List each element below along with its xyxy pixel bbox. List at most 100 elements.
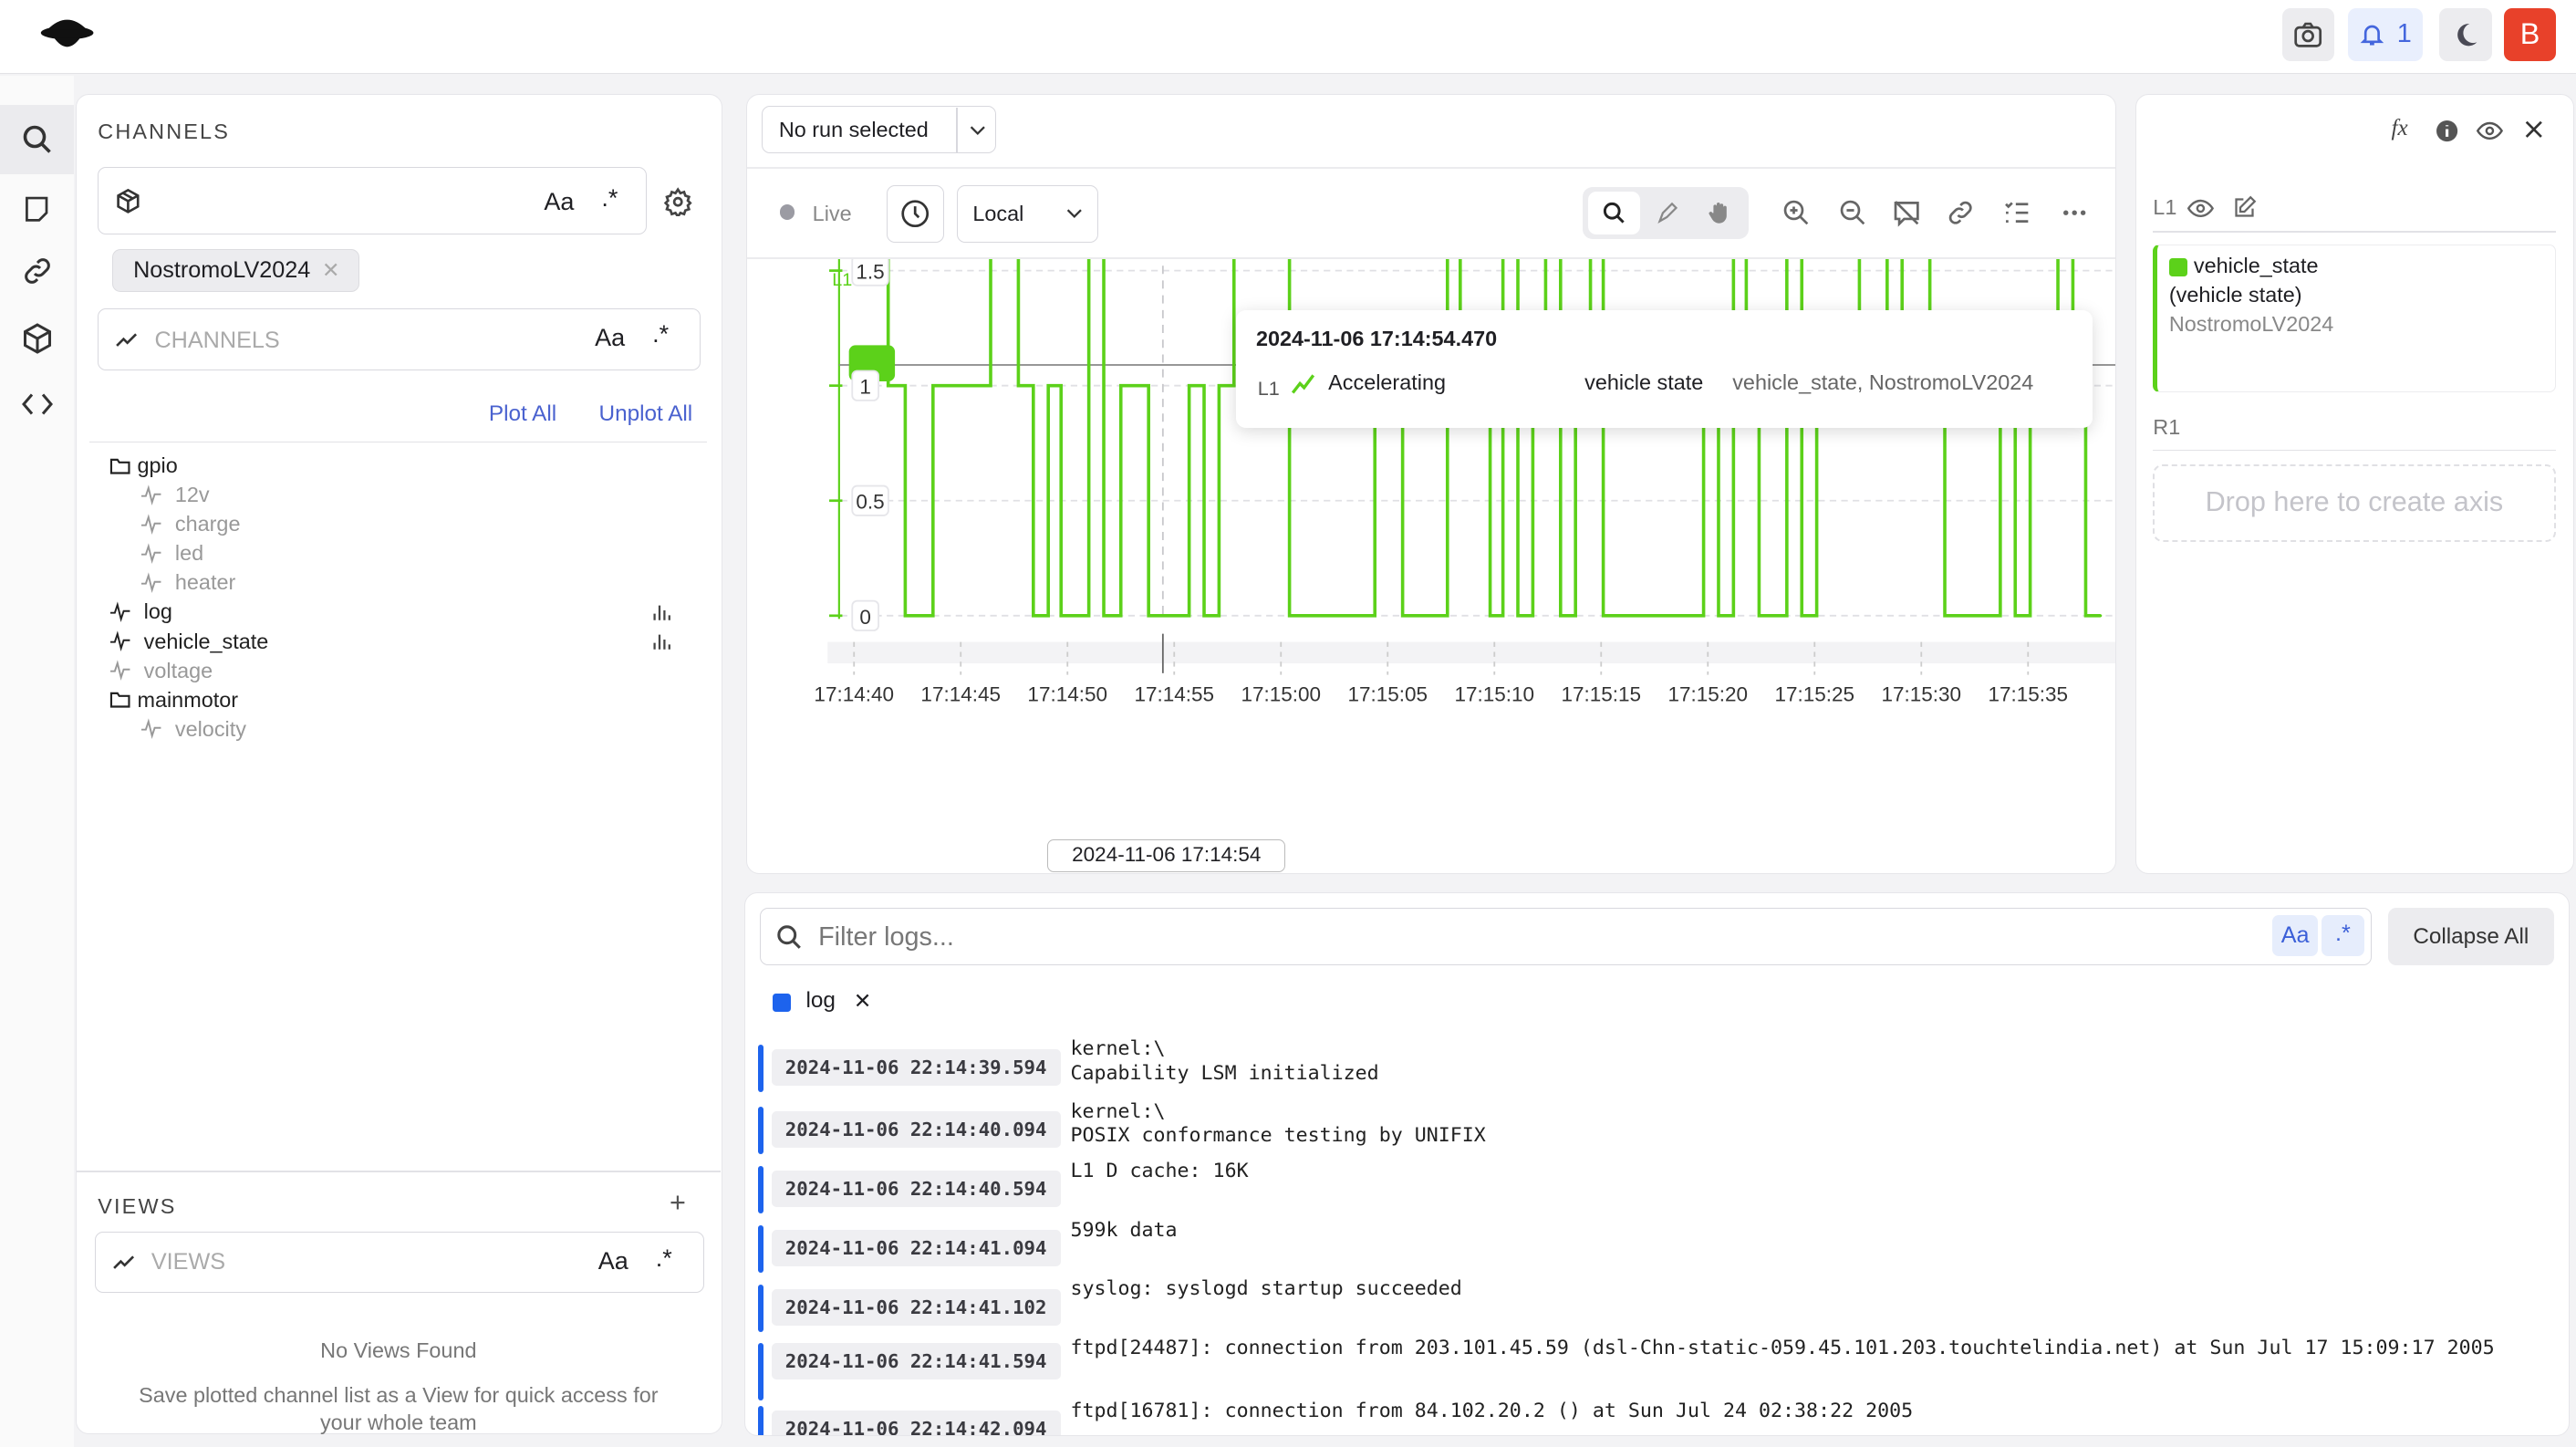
moon-icon	[2451, 20, 2480, 49]
rail-packages[interactable]	[0, 314, 74, 363]
y-tick-label: 1.5	[856, 260, 884, 283]
annotate-mode-button[interactable]	[1644, 192, 1693, 234]
tree-item-led[interactable]: led	[109, 539, 684, 568]
eye-icon[interactable]	[2187, 195, 2214, 222]
signal-icon	[109, 630, 130, 652]
x-tick-label: 17:14:50	[1027, 682, 1107, 705]
log-row[interactable]: 2024-11-06 22:14:41.102 syslog: syslogd s…	[758, 1277, 2554, 1332]
code-icon	[21, 388, 54, 421]
info-icon[interactable]	[2436, 120, 2458, 142]
settings-gear-icon[interactable]	[663, 186, 692, 216]
log-message: L1 D cache: 16K	[1070, 1159, 1249, 1182]
zoom-in-icon[interactable]	[1781, 198, 1811, 227]
time-range-button[interactable]	[886, 184, 944, 243]
regex-toggle[interactable]: .*	[601, 184, 618, 213]
plot-all-link[interactable]: Plot All	[489, 401, 556, 427]
tree-item-log[interactable]: log	[109, 598, 684, 627]
live-toggle[interactable]: Live	[813, 202, 852, 226]
regex-toggle[interactable]: .*	[652, 320, 669, 349]
rail-search[interactable]	[0, 105, 75, 174]
tree-item-heater[interactable]: heater	[109, 568, 684, 598]
signal-icon	[109, 601, 130, 623]
series-card[interactable]: vehicle_state (vehicle state) NostromoLV…	[2153, 244, 2556, 392]
x-tick-label: 17:14:55	[1134, 682, 1214, 705]
tree-item-label: log	[143, 599, 172, 624]
log-row[interactable]: 2024-11-06 22:14:39.594 kernel:\ Capabili…	[758, 1037, 2554, 1092]
clock-icon	[900, 199, 930, 228]
log-filter-input[interactable]: Filter logs... Aa .*	[760, 908, 2372, 966]
add-view-button[interactable]: +	[670, 1187, 686, 1219]
signal-icon	[140, 572, 161, 594]
logs-panel: Filter logs... Aa .* Collapse All log ✕ …	[743, 891, 2570, 1437]
log-row[interactable]: 2024-11-06 22:14:41.594 ftpd[24487]: conn…	[758, 1337, 2554, 1401]
zoom-out-icon[interactable]	[1838, 198, 1867, 227]
close-icon[interactable]	[2524, 120, 2544, 140]
unplot-all-link[interactable]: Unplot All	[599, 401, 693, 427]
log-message: ftpd[16781]: connection from 84.102.20.2…	[1070, 1399, 1914, 1422]
x-tick-label: 17:15:05	[1347, 682, 1428, 705]
data-point	[886, 383, 889, 387]
log-row[interactable]: 2024-11-06 22:14:40.594 L1 D cache: 16K	[758, 1160, 2554, 1214]
plotted-bars-icon[interactable]	[651, 631, 671, 651]
link-icon[interactable]	[1946, 198, 1975, 227]
data-point	[2099, 614, 2102, 618]
views-filter-input[interactable]: VIEWS Aa .*	[94, 1231, 704, 1293]
case-sensitive-toggle[interactable]: Aa	[595, 324, 625, 352]
run-select[interactable]: No run selected	[761, 106, 997, 154]
edit-icon[interactable]	[2232, 195, 2257, 220]
eye-icon[interactable]	[2477, 118, 2503, 144]
rail-notes[interactable]	[0, 184, 74, 234]
tree-item-label: mainmotor	[137, 687, 239, 712]
y-tick-label: 1	[859, 375, 871, 398]
app-logo-icon[interactable]	[39, 16, 95, 56]
plotted-bars-icon[interactable]	[651, 602, 671, 622]
pan-mode-button[interactable]	[1695, 192, 1744, 234]
remove-log-chip-icon[interactable]: ✕	[854, 988, 872, 1014]
pen-icon	[1656, 201, 1680, 225]
regex-toggle[interactable]: .*	[656, 1244, 672, 1273]
screenshot-button[interactable]	[2281, 8, 2335, 61]
tree-item-gpio[interactable]: gpio	[109, 451, 684, 480]
tree-item-12v[interactable]: 12v	[109, 481, 684, 510]
theme-toggle-button[interactable]	[2439, 8, 2493, 61]
case-sensitive-toggle[interactable]: Aa	[598, 1247, 628, 1275]
tree-item-vehicle-state[interactable]: vehicle_state	[109, 627, 684, 656]
zoom-mode-button[interactable]	[1587, 191, 1641, 234]
drop-zone[interactable]: Drop here to create axis	[2153, 463, 2556, 542]
package-icon	[115, 188, 141, 214]
tree-item-voltage[interactable]: voltage	[109, 656, 684, 685]
regex-toggle[interactable]: .*	[2321, 915, 2364, 957]
case-sensitive-toggle[interactable]: Aa	[2271, 915, 2319, 957]
top-bar: 1 B	[0, 0, 2576, 75]
case-sensitive-toggle[interactable]: Aa	[544, 188, 574, 216]
more-options-icon[interactable]	[2060, 198, 2089, 227]
formula-icon[interactable]: fx	[2391, 116, 2407, 141]
notifications-button[interactable]: 1	[2347, 8, 2424, 61]
log-row[interactable]: 2024-11-06 22:14:42.094 ftpd[16781]: conn…	[758, 1400, 2554, 1436]
rail-links[interactable]	[0, 246, 74, 296]
log-level-bar	[758, 1343, 763, 1401]
rail-code[interactable]	[0, 380, 74, 429]
log-row[interactable]: 2024-11-06 22:14:41.094 599k data	[758, 1219, 2554, 1273]
tree-item-mainmotor[interactable]: mainmotor	[109, 685, 684, 714]
tree-item-charge[interactable]: charge	[109, 510, 684, 539]
collapse-all-button[interactable]: Collapse All	[2387, 908, 2554, 966]
legend-list-icon[interactable]	[2002, 198, 2031, 227]
timezone-select[interactable]: Local	[957, 184, 1099, 243]
search-icon	[1602, 201, 1626, 225]
log-row[interactable]: 2024-11-06 22:14:40.094 kernel:\ POSIX co…	[758, 1100, 2554, 1155]
user-avatar[interactable]: B	[2503, 8, 2557, 61]
signal-icon	[109, 660, 130, 682]
hide-annotations-icon[interactable]	[1892, 198, 1921, 227]
tooltip-axis: L1	[1257, 377, 1280, 401]
remove-chip-icon[interactable]: ✕	[322, 257, 340, 283]
views-filter-placeholder: VIEWS	[151, 1248, 226, 1275]
channel-filter-input[interactable]: CHANNELS Aa .*	[98, 307, 701, 371]
y-tick-label-group: 1	[851, 370, 879, 401]
series-name: vehicle_state	[2193, 253, 2319, 277]
data-point	[2013, 614, 2017, 618]
log-timestamp: 2024-11-06 22:14:40.094	[771, 1111, 1061, 1149]
x-tick-label: 17:15:30	[1881, 682, 1961, 705]
run-filter-input[interactable]: Aa .*	[98, 166, 647, 234]
tree-item-velocity[interactable]: velocity	[109, 714, 684, 744]
